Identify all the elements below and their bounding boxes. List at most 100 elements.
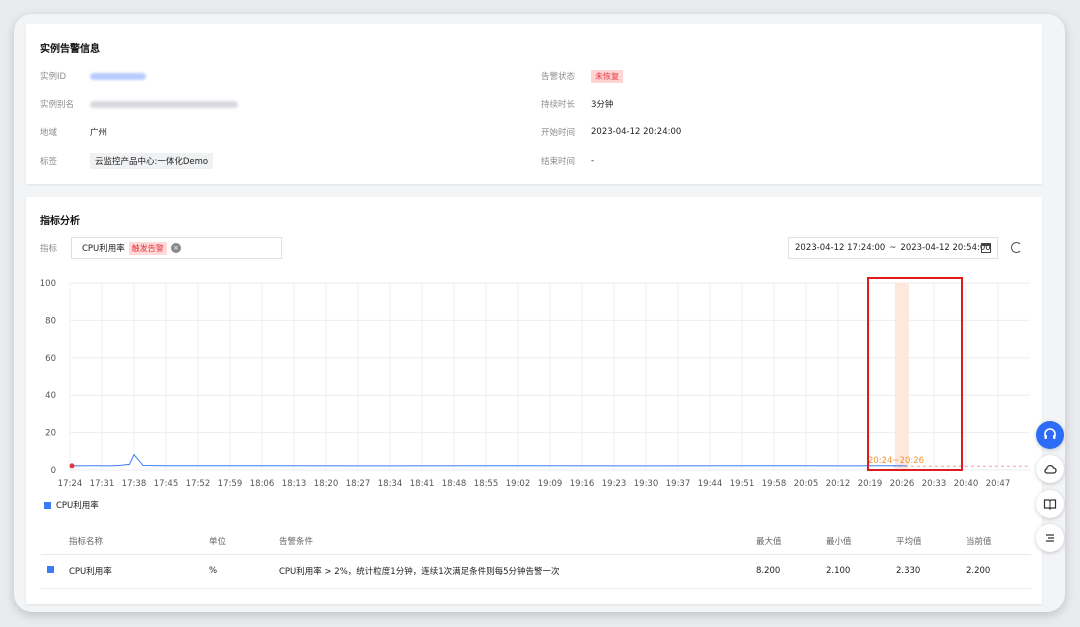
refresh-icon[interactable] — [1011, 242, 1022, 253]
x-tick-label: 19:44 — [698, 479, 723, 489]
support-button[interactable] — [1036, 421, 1064, 449]
tag-chip: 云监控产品中心:一体化Demo — [90, 153, 214, 169]
cell-unit: % — [209, 554, 279, 589]
cell-current: 2.200 — [966, 554, 1031, 589]
headset-icon — [1044, 428, 1056, 439]
series-start-point — [69, 463, 75, 469]
x-tick-label: 17:45 — [154, 479, 179, 489]
x-tick-label: 19:58 — [762, 479, 787, 489]
date-separator: ~ — [889, 243, 897, 253]
menu-button[interactable] — [1036, 524, 1064, 552]
table-header-row: 指标名称 单位 告警条件 最大值 最小值 平均值 当前值 — [41, 528, 1031, 555]
field-tags: 标签 云监控产品中心:一体化Demo — [40, 153, 214, 169]
field-label: 开始时间 — [541, 128, 576, 138]
field-start-time: 开始时间 2023-04-12 20:24:00 — [541, 125, 681, 139]
table-header-spacer — [41, 528, 69, 555]
metric-chart[interactable]: 0 20 40 60 80 100 17:24 17:31 17:38 17:45 17:52 17:… — [26, 277, 1042, 497]
x-tick-label: 19:51 — [730, 479, 755, 489]
series-line-cpu — [69, 453, 907, 467]
field-alarm-status: 告警状态 未恢复 — [541, 69, 623, 83]
col-min: 最小值 — [826, 528, 896, 555]
x-tick-label: 18:27 — [346, 479, 371, 489]
metric-selector[interactable]: CPU利用率 触发告警 × — [71, 237, 282, 259]
highlight-box — [867, 277, 963, 471]
duration-value: 3分钟 — [591, 100, 614, 110]
field-region: 地域 广州 — [40, 125, 107, 139]
col-metric-name: 指标名称 — [69, 528, 209, 555]
alarm-band — [894, 283, 909, 470]
trigger-alarm-tag: 触发告警 — [128, 241, 167, 255]
field-label: 标签 — [40, 157, 58, 167]
date-range-picker[interactable]: 2023-04-12 17:24:00 ~ 2023-04-12 20:54:0… — [788, 237, 998, 259]
x-tick-label: 17:52 — [186, 479, 211, 489]
y-tick-label: 60 — [45, 354, 56, 364]
cloud-button[interactable] — [1036, 455, 1064, 483]
field-instance-id: 实例ID — [40, 69, 146, 83]
table-row[interactable]: CPU利用率 % CPU利用率 > 2%，统计粒度1分钟，连续1次满足条件则每5… — [41, 554, 1031, 589]
x-tick-label: 20:40 — [954, 479, 979, 489]
end-time-value: - — [591, 156, 595, 166]
date-end: 2023-04-12 20:54:00 — [900, 243, 991, 253]
x-tick-label: 18:41 — [410, 479, 435, 489]
metric-card-title: 指标分析 — [40, 216, 80, 227]
y-tick-label: 0 — [51, 466, 56, 476]
date-start: 2023-04-12 17:24:00 — [795, 243, 886, 253]
row-swatch-cell — [41, 554, 69, 589]
list-icon — [1046, 534, 1054, 542]
start-time-value: 2023-04-12 20:24:00 — [591, 127, 682, 137]
x-tick-label: 20:33 — [922, 479, 947, 489]
instance-alias-value — [90, 100, 238, 108]
region-value: 广州 — [90, 128, 108, 138]
x-tick-label: 19:16 — [570, 479, 595, 489]
col-max: 最大值 — [756, 528, 826, 555]
field-duration: 持续时长 3分钟 — [541, 97, 613, 111]
field-instance-alias: 实例别名 — [40, 97, 238, 111]
field-label: 实例别名 — [40, 100, 75, 110]
x-tick-label: 17:38 — [122, 479, 147, 489]
legend-swatch — [44, 501, 51, 509]
x-tick-label: 17:24 — [58, 479, 83, 489]
field-label: 结束时间 — [541, 157, 576, 167]
col-condition: 告警条件 — [279, 528, 756, 555]
instance-id-link[interactable] — [90, 72, 146, 80]
x-tick-label: 17:31 — [90, 479, 115, 489]
calendar-icon[interactable] — [981, 243, 991, 253]
cell-min: 2.100 — [826, 554, 896, 589]
metric-name: CPU利用率 — [82, 244, 125, 254]
field-label: 地域 — [40, 128, 58, 138]
app-window: 实例告警信息 实例ID 实例别名 地域 广州 标签 云监控产品中心:一体化Dem… — [14, 14, 1065, 612]
metric-stats-table: 指标名称 单位 告警条件 最大值 最小值 平均值 当前值 CPU利用率 % CP… — [41, 528, 1031, 589]
field-end-time: 结束时间 - — [541, 154, 594, 168]
x-tick-label: 18:06 — [250, 479, 275, 489]
alarm-window-label: 20:24~20:26 — [868, 456, 924, 466]
docs-button[interactable] — [1036, 490, 1064, 518]
remove-metric-icon[interactable]: × — [170, 243, 181, 253]
cell-max: 8.200 — [756, 554, 826, 589]
x-tick-label: 20:26 — [890, 479, 915, 489]
x-tick-label: 19:09 — [538, 479, 563, 489]
x-tick-label: 18:13 — [282, 479, 307, 489]
chart-legend[interactable]: CPU利用率 — [44, 499, 99, 511]
status-badge: 未恢复 — [591, 69, 623, 83]
cloud-icon — [1044, 464, 1057, 474]
cell-condition: CPU利用率 > 2%，统计粒度1分钟，连续1次满足条件则每5分钟告警一次 — [279, 554, 756, 589]
row-swatch — [47, 566, 54, 573]
x-tick-label: 20:47 — [986, 479, 1011, 489]
x-tick-label: 18:48 — [442, 479, 467, 489]
field-label: 告警状态 — [541, 72, 576, 82]
x-tick-label: 19:37 — [666, 479, 691, 489]
field-label: 持续时长 — [541, 100, 576, 110]
x-tick-label: 19:02 — [506, 479, 531, 489]
x-tick-label: 18:20 — [314, 479, 339, 489]
x-tick-label: 19:23 — [602, 479, 627, 489]
metric-analysis-card: 指标分析 指标 CPU利用率 触发告警 × 2023-04-12 17:24:0… — [26, 197, 1042, 604]
x-tick-label: 20:19 — [858, 479, 883, 489]
x-tick-label: 18:55 — [474, 479, 499, 489]
cell-avg: 2.330 — [896, 554, 966, 589]
x-tick-label: 18:34 — [378, 479, 403, 489]
instance-card-title: 实例告警信息 — [40, 44, 100, 55]
col-avg: 平均值 — [896, 528, 966, 555]
col-unit: 单位 — [209, 528, 279, 555]
book-icon — [1043, 499, 1057, 510]
y-tick-label: 100 — [40, 279, 56, 289]
